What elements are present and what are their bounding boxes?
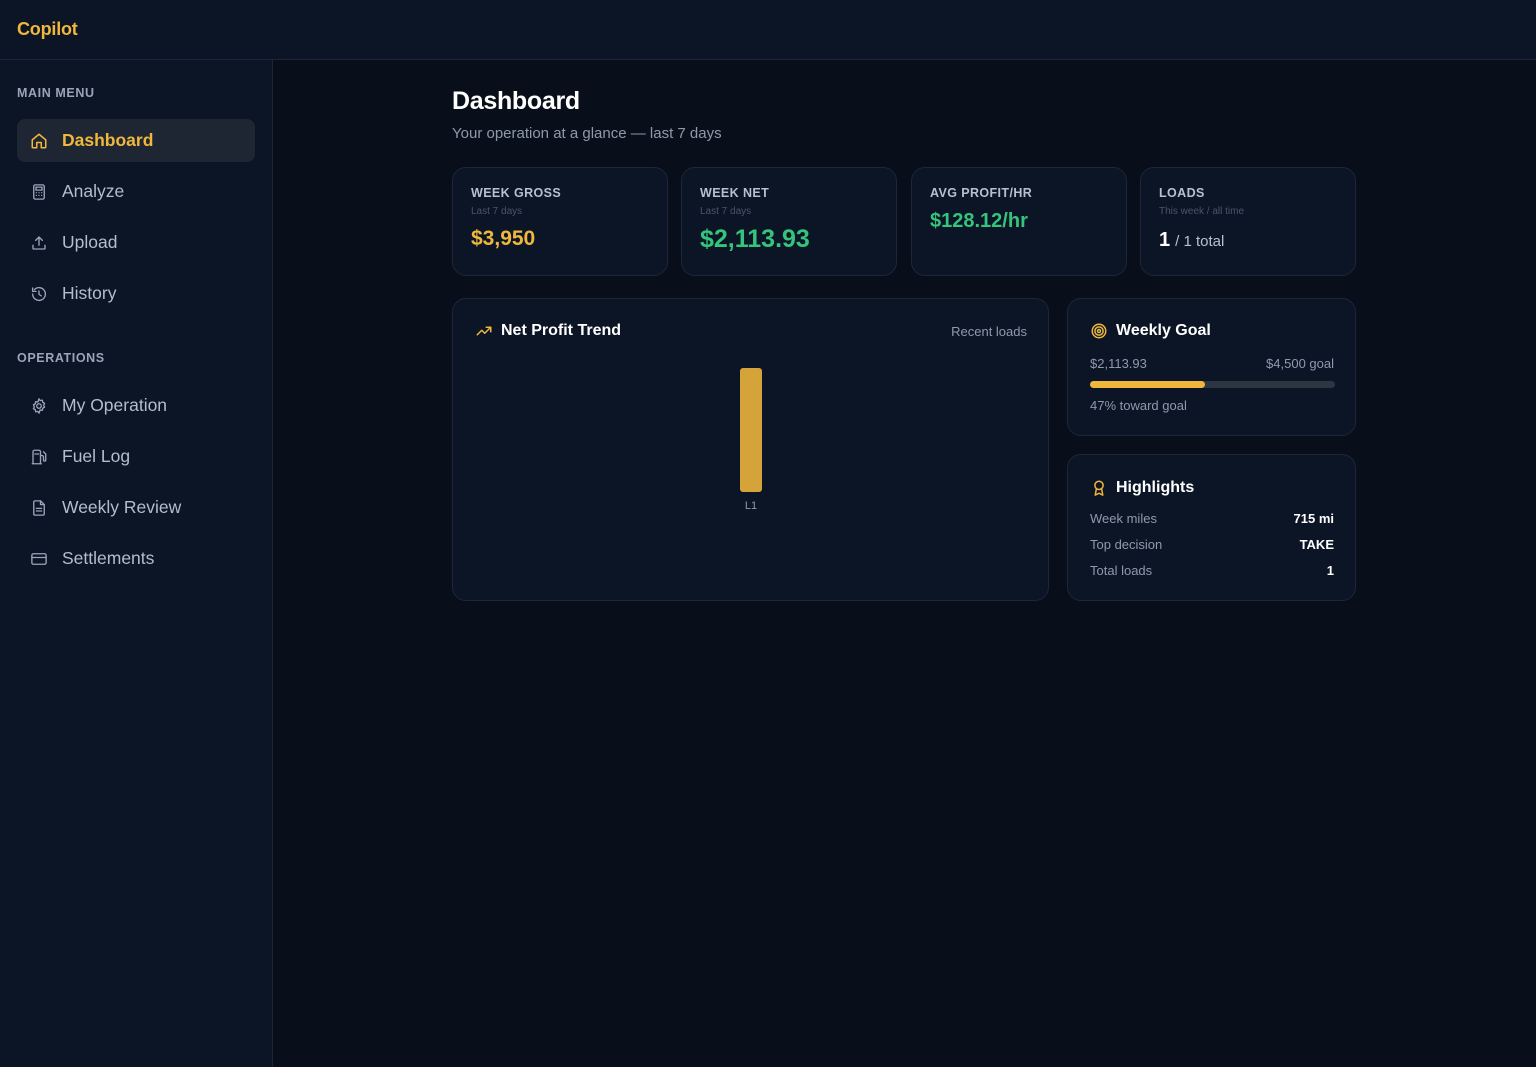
sidebar-item-analyze[interactable]: Analyze (17, 170, 255, 213)
stat-label: WEEK GROSS (471, 186, 562, 200)
trend-title: Net Profit Trend (475, 322, 621, 340)
upload-icon (30, 234, 48, 252)
sidebar-item-label: Analyze (62, 181, 125, 201)
sidebar-item-settlements[interactable]: Settlements (17, 537, 255, 580)
page-title: Dashboard (452, 87, 580, 115)
stat-sublabel: Last 7 days (700, 206, 752, 217)
stat-sublabel: This week / all time (1159, 206, 1245, 217)
fuel-icon (30, 448, 48, 466)
stat-value: $128.12/hr (930, 210, 1028, 232)
net-profit-trend-card: Net Profit Trend Recent loads L1 (452, 298, 1049, 601)
highlights-card: Highlights Week miles 715 mi Top decisio… (1067, 454, 1356, 601)
sidebar-item-label: Weekly Review (62, 497, 182, 517)
highlights-title-text: Highlights (1116, 479, 1195, 496)
trending-up-icon (476, 326, 492, 336)
stat-value: 1 / 1 total (1159, 229, 1224, 252)
top-bar: Copilot (0, 0, 1536, 60)
sidebar-item-label: History (62, 283, 117, 303)
stat-label: LOADS (1159, 186, 1205, 200)
gear-icon (30, 397, 48, 415)
history-icon (30, 285, 48, 303)
sidebar-item-upload[interactable]: Upload (17, 221, 255, 264)
main-menu-label: MAIN MENU (17, 86, 95, 100)
home-icon (30, 132, 48, 150)
stat-card-avg-profit: AVG PROFIT/HR $128.12/hr (911, 167, 1127, 276)
goal-current: $2,113.93 (1090, 356, 1147, 371)
sidebar: MAIN MENU Dashboard Analyze Upload Histo… (0, 60, 273, 1067)
highlight-value-top-decision: TAKE (1299, 537, 1334, 552)
stat-card-loads: LOADS This week / all time 1 / 1 total (1140, 167, 1356, 276)
app-logo[interactable]: Copilot (17, 19, 78, 40)
weekly-goal-card: Weekly Goal $2,113.93 $4,500 goal 47% to… (1067, 298, 1356, 436)
trend-chart: L1 (740, 368, 762, 512)
goal-title-text: Weekly Goal (1116, 322, 1211, 339)
page-subtitle: Your operation at a glance — last 7 days (452, 125, 722, 142)
sidebar-item-label: Fuel Log (62, 446, 131, 466)
calculator-icon (30, 183, 48, 201)
stat-value: $3,950 (471, 227, 536, 250)
highlight-label-top-decision: Top decision (1090, 537, 1163, 552)
trend-bar-l1 (740, 368, 762, 492)
highlight-label-total-loads: Total loads (1090, 563, 1153, 578)
stat-label: AVG PROFIT/HR (930, 186, 1033, 200)
trend-right-label: Recent loads (951, 324, 1027, 339)
sidebar-item-label: Dashboard (62, 130, 154, 150)
highlight-label-week-miles: Week miles (1090, 511, 1157, 526)
loads-week-count: 1 (1159, 229, 1171, 251)
sidebar-item-label: Upload (62, 232, 118, 252)
goal-progress-track (1090, 381, 1335, 388)
document-icon (30, 499, 48, 517)
sidebar-item-my-operation[interactable]: My Operation (17, 384, 255, 427)
goal-progress-text: 47% toward goal (1090, 398, 1187, 413)
target-icon (1091, 323, 1107, 339)
card-icon (30, 550, 48, 568)
highlight-value-total-loads: 1 (1326, 563, 1334, 578)
operations-label: OPERATIONS (17, 351, 105, 365)
stat-card-week-gross: WEEK GROSS Last 7 days $3,950 (452, 167, 668, 276)
sidebar-item-label: Settlements (62, 548, 155, 568)
goal-title: Weekly Goal (1090, 322, 1211, 340)
stat-card-week-net: WEEK NET Last 7 days $2,113.93 (681, 167, 897, 276)
sidebar-item-label: My Operation (62, 395, 168, 415)
highlight-value-week-miles: 715 mi (1293, 511, 1334, 526)
loads-total: / 1 total (1175, 233, 1225, 250)
sidebar-item-dashboard[interactable]: Dashboard (17, 119, 255, 162)
sidebar-item-fuel-log[interactable]: Fuel Log (17, 435, 255, 478)
stat-sublabel: Last 7 days (471, 206, 523, 217)
goal-progress-fill (1090, 381, 1206, 388)
sidebar-item-history[interactable]: History (17, 272, 255, 315)
highlights-title: Highlights (1090, 479, 1194, 497)
award-icon (1094, 480, 1104, 496)
stat-value: $2,113.93 (700, 225, 810, 253)
trend-bar-label: L1 (745, 500, 757, 512)
sidebar-item-weekly-review[interactable]: Weekly Review (17, 486, 255, 529)
goal-target: $4,500 goal (1266, 356, 1334, 371)
stat-label: WEEK NET (700, 186, 770, 200)
trend-title-text: Net Profit Trend (501, 322, 622, 339)
